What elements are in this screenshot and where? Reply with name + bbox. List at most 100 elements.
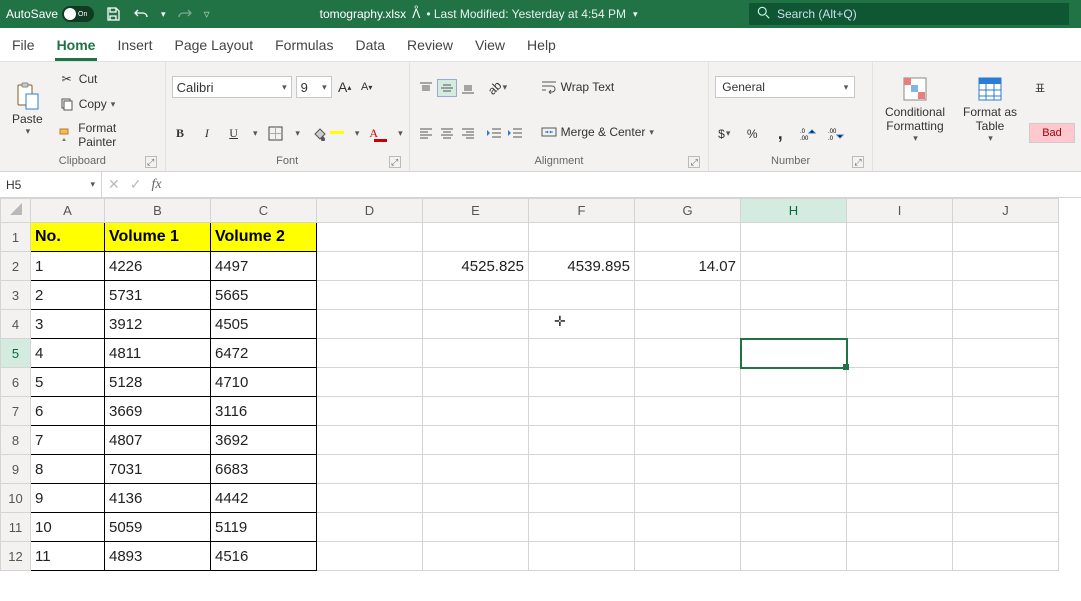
fx-icon[interactable]: fx bbox=[151, 177, 161, 193]
increase-font-icon[interactable]: A▴ bbox=[336, 78, 354, 96]
cell[interactable] bbox=[953, 513, 1059, 542]
cell[interactable]: 4539.895 bbox=[529, 252, 635, 281]
undo-icon[interactable] bbox=[132, 5, 150, 23]
cell[interactable]: 5731 bbox=[105, 281, 211, 310]
paste-button[interactable]: Paste▾ bbox=[6, 66, 49, 153]
alignment-launcher-icon[interactable]: ⤢ bbox=[688, 156, 700, 168]
row-header[interactable]: 6 bbox=[1, 368, 31, 397]
align-left-button[interactable] bbox=[416, 124, 436, 142]
number-launcher-icon[interactable]: ⤢ bbox=[852, 156, 864, 168]
cell[interactable] bbox=[953, 339, 1059, 368]
cell[interactable] bbox=[741, 339, 847, 368]
row-header[interactable]: 5 bbox=[1, 339, 31, 368]
cell[interactable] bbox=[741, 426, 847, 455]
redo-icon[interactable] bbox=[176, 5, 194, 23]
menu-page-layout[interactable]: Page Layout bbox=[172, 31, 255, 61]
select-all-corner[interactable] bbox=[1, 199, 31, 223]
cell[interactable]: Volume 2 bbox=[211, 223, 317, 252]
cell[interactable] bbox=[741, 455, 847, 484]
cell[interactable] bbox=[423, 397, 529, 426]
cell[interactable] bbox=[847, 484, 953, 513]
cell[interactable] bbox=[953, 252, 1059, 281]
cell[interactable]: 4893 bbox=[105, 542, 211, 571]
autosave-toggle[interactable]: AutoSave On bbox=[6, 6, 94, 22]
conditional-formatting-button[interactable]: Conditional Formatting▾ bbox=[879, 66, 951, 153]
cell[interactable] bbox=[423, 281, 529, 310]
row-header[interactable]: 9 bbox=[1, 455, 31, 484]
font-name-select[interactable]: Calibri▾ bbox=[172, 76, 292, 98]
clipboard-launcher-icon[interactable]: ⤢ bbox=[145, 156, 157, 168]
row-header[interactable]: 1 bbox=[1, 223, 31, 252]
cell[interactable] bbox=[847, 310, 953, 339]
cell[interactable]: 3912 bbox=[105, 310, 211, 339]
bold-button[interactable]: B bbox=[172, 125, 189, 143]
cell[interactable] bbox=[529, 368, 635, 397]
menu-help[interactable]: Help bbox=[525, 31, 558, 61]
cell[interactable] bbox=[423, 310, 529, 339]
cell[interactable] bbox=[317, 513, 423, 542]
cell[interactable] bbox=[529, 397, 635, 426]
save-icon[interactable] bbox=[104, 5, 122, 23]
cell[interactable]: 6 bbox=[31, 397, 105, 426]
col-header[interactable]: A bbox=[31, 199, 105, 223]
copy-button[interactable]: Copy▾ bbox=[55, 94, 159, 114]
col-header[interactable]: E bbox=[423, 199, 529, 223]
cell[interactable] bbox=[847, 339, 953, 368]
cell[interactable] bbox=[741, 310, 847, 339]
worksheet-grid[interactable]: A B C D E F G H I J 1No.Volume 1Volume 2… bbox=[0, 198, 1081, 571]
cancel-formula-icon[interactable]: ✕ bbox=[108, 176, 120, 193]
cell[interactable] bbox=[741, 513, 847, 542]
cell[interactable] bbox=[847, 455, 953, 484]
cell[interactable]: 3 bbox=[31, 310, 105, 339]
cell[interactable] bbox=[423, 455, 529, 484]
cell[interactable]: 4226 bbox=[105, 252, 211, 281]
format-painter-button[interactable]: Format Painter bbox=[55, 120, 159, 150]
align-center-button[interactable] bbox=[437, 124, 457, 142]
cell[interactable]: 5119 bbox=[211, 513, 317, 542]
cell[interactable]: 7 bbox=[31, 426, 105, 455]
share-icon[interactable]: ᐰ bbox=[412, 7, 420, 21]
formula-input[interactable] bbox=[168, 172, 1081, 197]
cell[interactable] bbox=[953, 368, 1059, 397]
wrap-text-button[interactable]: Wrap Text bbox=[537, 77, 657, 97]
cell[interactable] bbox=[741, 281, 847, 310]
cell[interactable]: 1 bbox=[31, 252, 105, 281]
cell[interactable]: Volume 1 bbox=[105, 223, 211, 252]
cell[interactable]: 5 bbox=[31, 368, 105, 397]
cell[interactable] bbox=[529, 339, 635, 368]
cell[interactable]: 3116 bbox=[211, 397, 317, 426]
cell[interactable]: 11 bbox=[31, 542, 105, 571]
row-header[interactable]: 4 bbox=[1, 310, 31, 339]
cell[interactable] bbox=[317, 484, 423, 513]
cell-style-bad[interactable]: Bad bbox=[1029, 123, 1075, 143]
cell[interactable] bbox=[317, 223, 423, 252]
cell[interactable] bbox=[635, 542, 741, 571]
cell[interactable] bbox=[529, 455, 635, 484]
cell[interactable]: 6472 bbox=[211, 339, 317, 368]
menu-insert[interactable]: Insert bbox=[115, 31, 154, 61]
cell[interactable]: 4807 bbox=[105, 426, 211, 455]
cell[interactable] bbox=[317, 281, 423, 310]
col-header[interactable]: F bbox=[529, 199, 635, 223]
increase-indent-button[interactable] bbox=[505, 124, 525, 142]
fill-color-button[interactable] bbox=[310, 125, 344, 143]
cell[interactable] bbox=[635, 281, 741, 310]
cell[interactable] bbox=[529, 310, 635, 339]
cell[interactable]: 3669 bbox=[105, 397, 211, 426]
cell[interactable] bbox=[317, 542, 423, 571]
cell[interactable]: 5128 bbox=[105, 368, 211, 397]
cell[interactable] bbox=[741, 368, 847, 397]
row-header[interactable]: 3 bbox=[1, 281, 31, 310]
decrease-font-icon[interactable]: A▾ bbox=[358, 78, 376, 96]
cell[interactable] bbox=[847, 252, 953, 281]
cell[interactable] bbox=[741, 252, 847, 281]
cell[interactable] bbox=[423, 368, 529, 397]
cell[interactable] bbox=[635, 310, 741, 339]
col-header[interactable]: G bbox=[635, 199, 741, 223]
col-header[interactable]: B bbox=[105, 199, 211, 223]
cell[interactable] bbox=[953, 397, 1059, 426]
cell[interactable] bbox=[529, 223, 635, 252]
name-box[interactable]: H5▾ bbox=[0, 172, 102, 197]
underline-button[interactable]: U bbox=[225, 125, 242, 143]
row-header[interactable]: 11 bbox=[1, 513, 31, 542]
